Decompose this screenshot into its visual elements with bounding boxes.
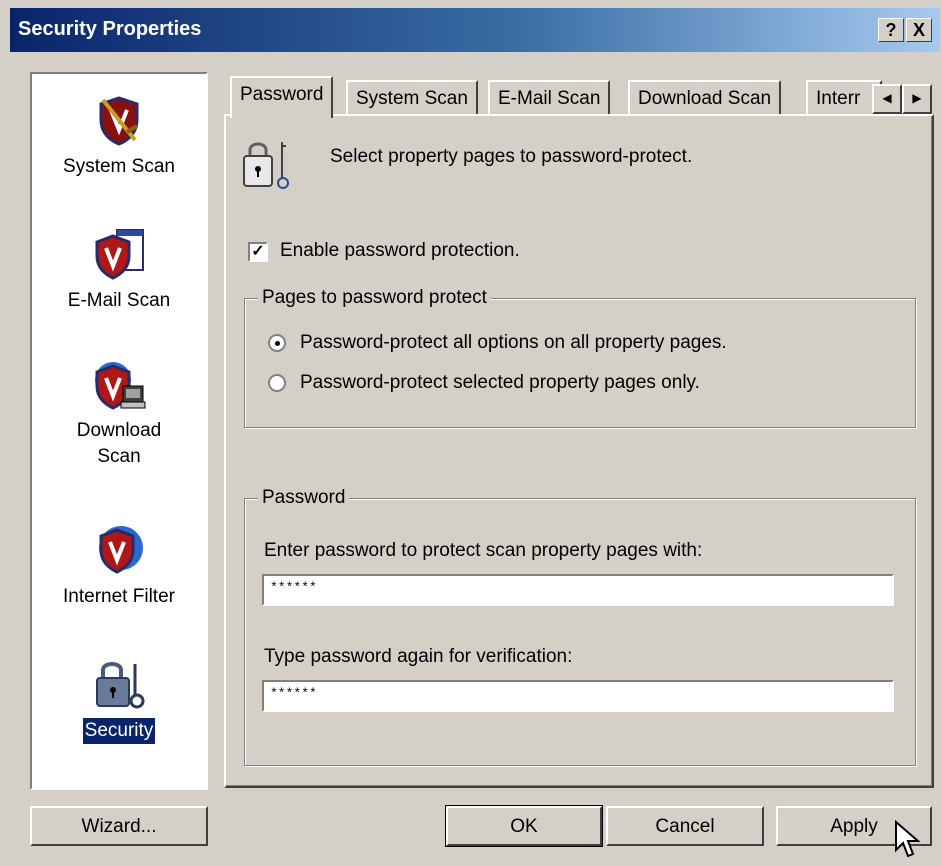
enable-password-checkbox[interactable]: ✓ bbox=[248, 242, 268, 262]
ok-button[interactable]: OK bbox=[445, 805, 603, 847]
radio-protect-all-label: Password-protect all options on all prop… bbox=[300, 332, 727, 353]
verify-password-label: Type password again for verification: bbox=[264, 646, 573, 667]
verify-password-input[interactable]: ****** bbox=[262, 680, 894, 712]
sidebar-item-label: System Scan bbox=[63, 156, 175, 177]
shield-globe-icon bbox=[91, 522, 147, 578]
tab-internet-filter[interactable]: Interr bbox=[806, 80, 882, 116]
category-sidebar: System Scan E-Mail Scan Download Scan In… bbox=[30, 72, 208, 790]
sidebar-label-line1: Download bbox=[76, 420, 162, 441]
tab-system-scan[interactable]: System Scan bbox=[346, 80, 478, 116]
tab-page-password: Select property pages to password-protec… bbox=[224, 114, 934, 788]
wizard-button[interactable]: Wizard... bbox=[30, 806, 208, 846]
help-button[interactable]: ? bbox=[878, 18, 904, 42]
radio-protect-all[interactable] bbox=[268, 334, 286, 352]
close-button[interactable]: X bbox=[906, 18, 932, 42]
shield-mail-icon bbox=[91, 226, 147, 282]
enter-password-label: Enter password to protect scan property … bbox=[264, 540, 703, 561]
shield-computer-icon bbox=[91, 356, 147, 412]
radio-protect-selected[interactable] bbox=[268, 374, 286, 392]
password-group-box bbox=[244, 498, 916, 766]
window-title: Security Properties bbox=[18, 18, 202, 40]
password-group-title: Password bbox=[258, 487, 350, 509]
tab-download-scan[interactable]: Download Scan bbox=[628, 80, 782, 116]
sidebar-item-system-scan[interactable]: System Scan bbox=[32, 92, 206, 180]
sidebar-item-label: Security bbox=[81, 717, 157, 745]
shield-sword-icon bbox=[91, 92, 147, 148]
sidebar-item-security[interactable]: Security bbox=[32, 656, 206, 745]
pages-group-title: Pages to password protect bbox=[258, 287, 491, 309]
password-input[interactable]: ****** bbox=[262, 574, 894, 606]
tab-password[interactable]: Password bbox=[230, 76, 334, 118]
sidebar-item-label: Internet Filter bbox=[63, 586, 175, 607]
sidebar-label-line2: Scan bbox=[97, 446, 141, 467]
radio-selected-dot bbox=[275, 341, 280, 346]
title-bar: Security Properties ? X bbox=[0, 0, 942, 60]
pages-group-box bbox=[244, 298, 916, 428]
sidebar-item-download-scan[interactable]: Download Scan bbox=[32, 356, 206, 470]
padlock-key-icon bbox=[240, 138, 290, 194]
enable-password-label: Enable password protection. bbox=[280, 240, 520, 261]
sidebar-item-label: Download Scan bbox=[77, 418, 162, 470]
sidebar-item-internet-filter[interactable]: Internet Filter bbox=[32, 522, 206, 610]
cancel-button[interactable]: Cancel bbox=[606, 806, 764, 846]
tab-scroll-left-button[interactable]: ◀ bbox=[872, 84, 902, 114]
sidebar-item-label: E-Mail Scan bbox=[67, 290, 171, 311]
tab-scroll-right-button[interactable]: ▶ bbox=[902, 84, 932, 114]
mouse-cursor-icon bbox=[894, 819, 922, 860]
page-header-text: Select property pages to password-protec… bbox=[330, 146, 693, 167]
radio-protect-selected-label: Password-protect selected property pages… bbox=[300, 372, 700, 393]
tab-email-scan[interactable]: E-Mail Scan bbox=[488, 80, 611, 116]
padlock-key-icon bbox=[91, 656, 147, 712]
sidebar-item-email-scan[interactable]: E-Mail Scan bbox=[32, 226, 206, 314]
